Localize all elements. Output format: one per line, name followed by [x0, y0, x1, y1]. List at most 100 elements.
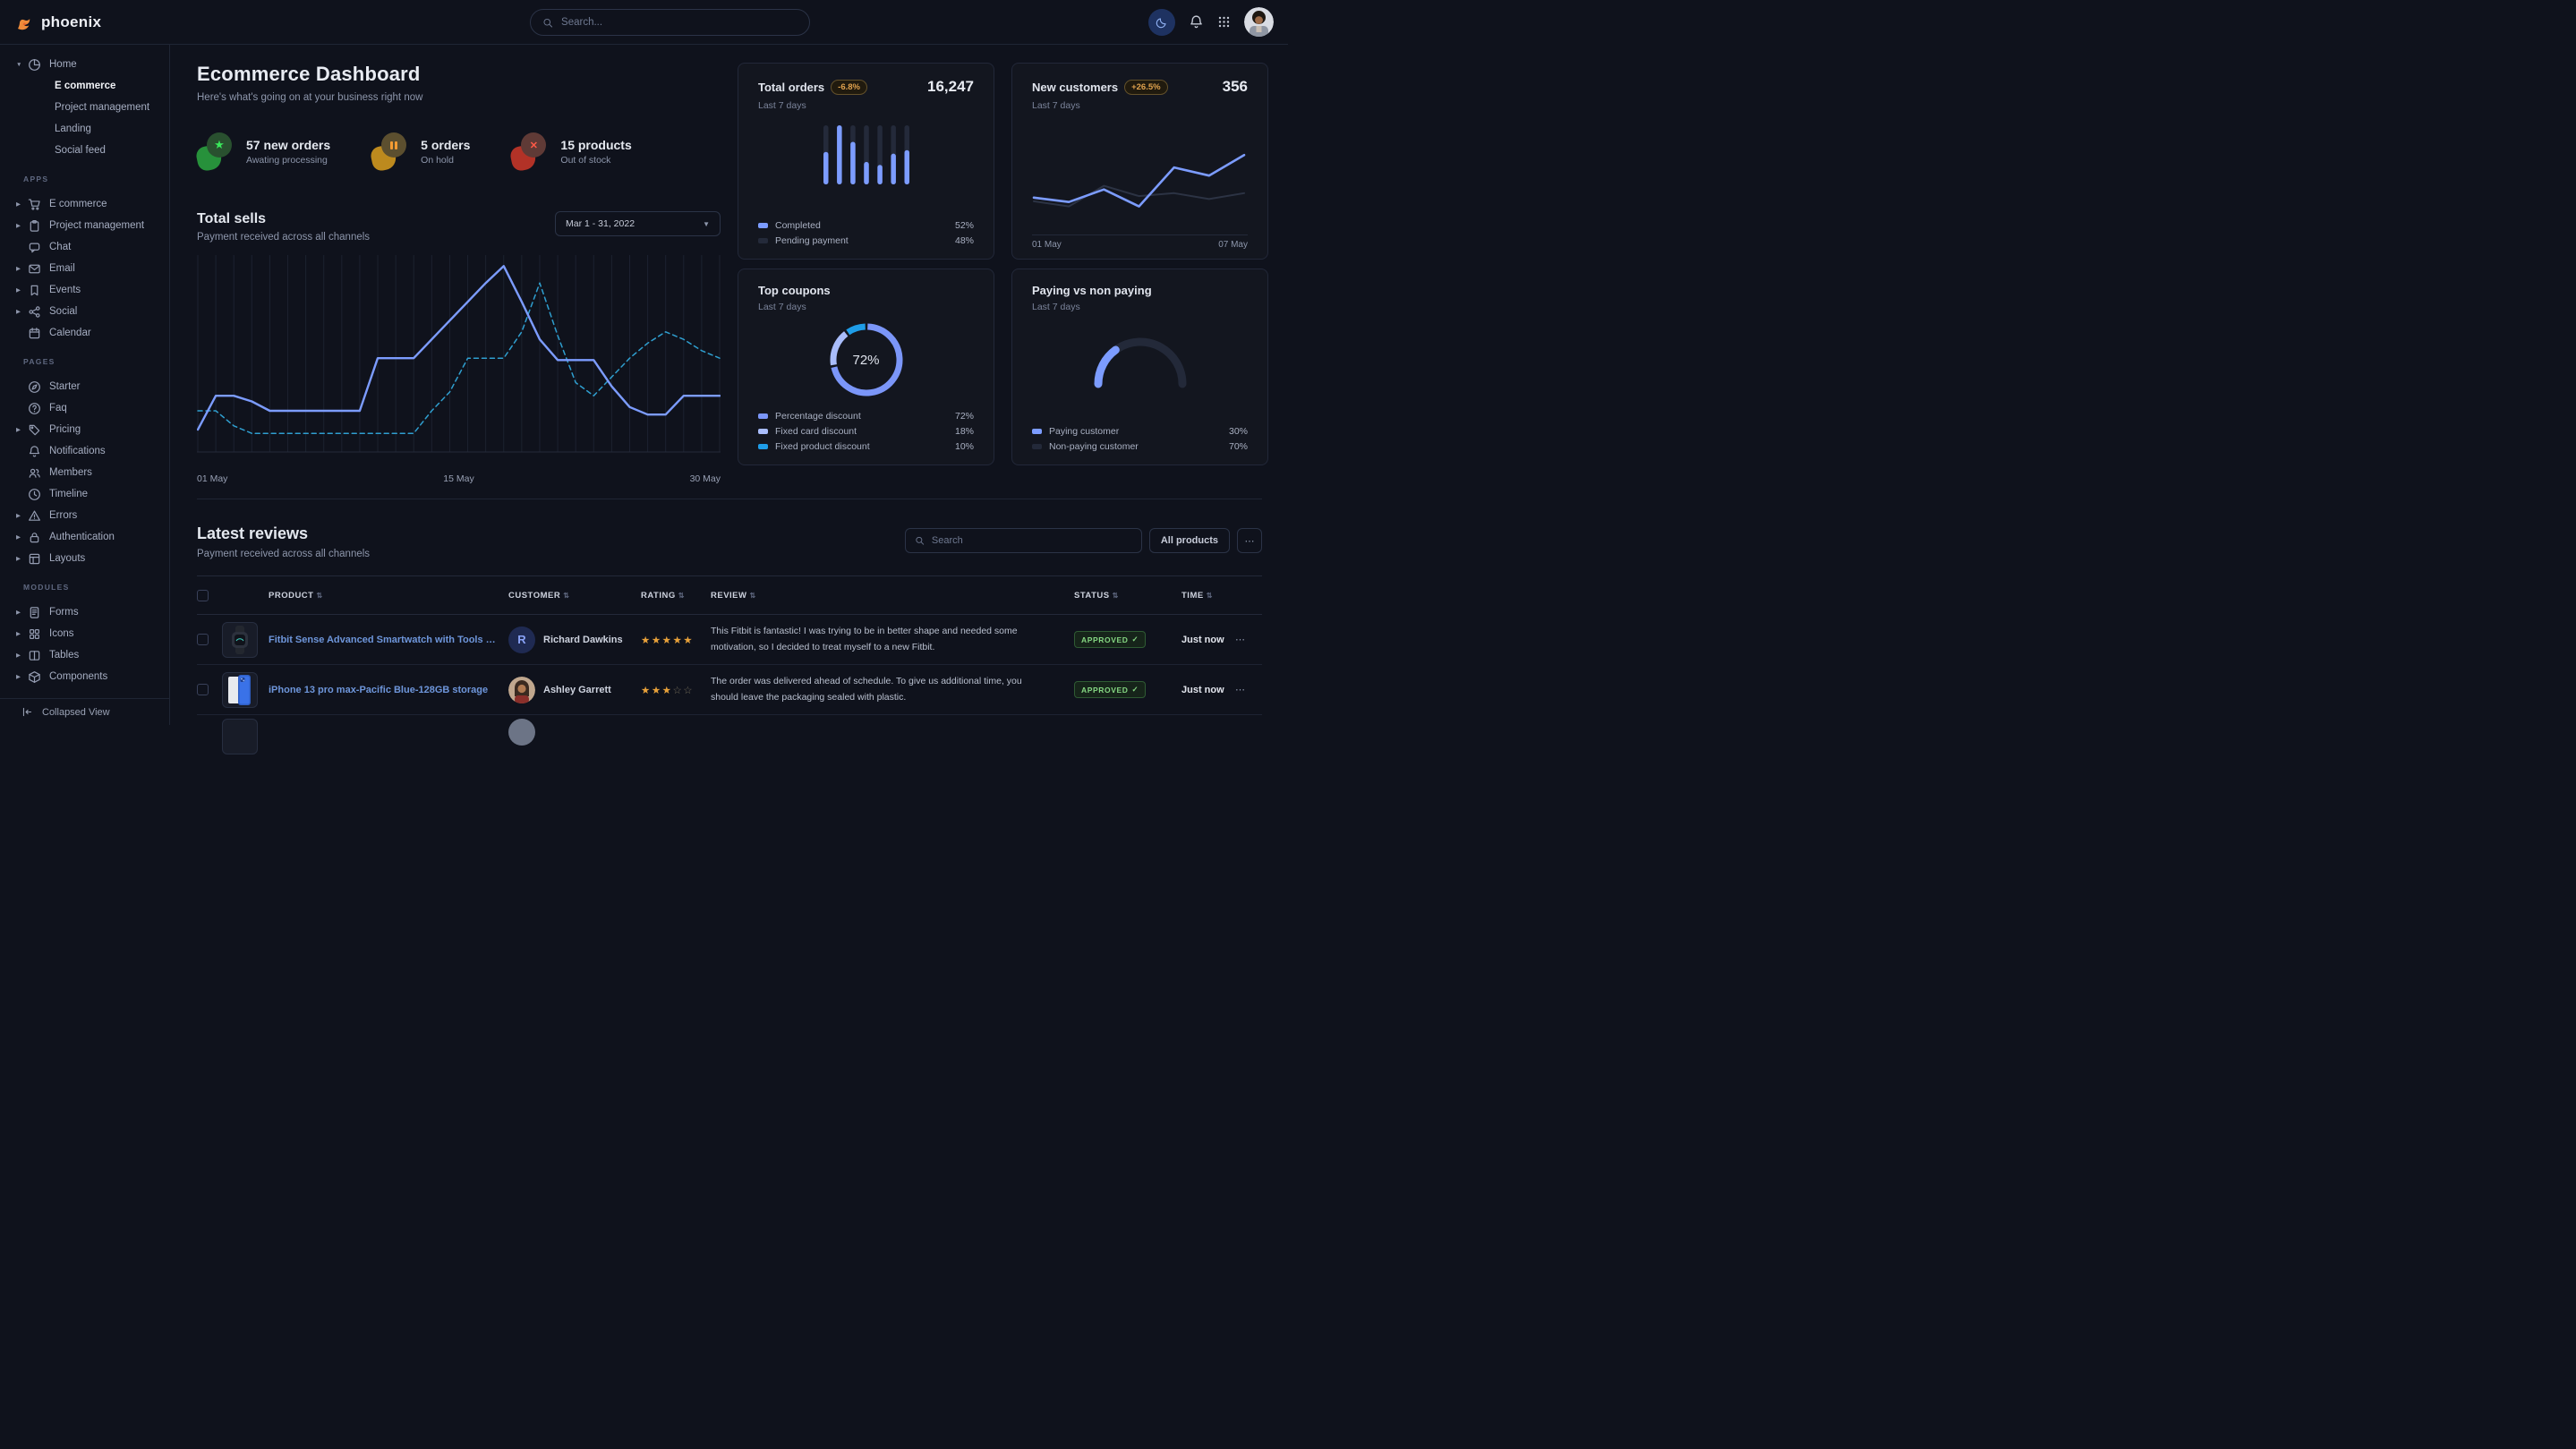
sidebar-item-forms[interactable]: ▶ Forms	[0, 601, 169, 623]
share-icon	[28, 305, 42, 319]
sidebar-item-home[interactable]: ▼ Home	[0, 54, 169, 75]
row-actions-button[interactable]: ⋯	[1235, 684, 1262, 695]
reviews-search-input[interactable]	[932, 535, 1132, 546]
caret-right-icon: ▶	[16, 609, 24, 616]
sort-icon: ⇅	[678, 592, 685, 600]
sidebar-section-apps: APPS	[0, 172, 169, 185]
sidebar-item-social[interactable]: ▶ Social	[0, 301, 169, 322]
stat-desc: Awating processing	[246, 155, 330, 166]
card-title: New customers	[1032, 81, 1118, 94]
sidebar-nav: ▼ Home E commerce Project management Lan…	[0, 45, 169, 698]
product-thumbnail-smartwatch	[222, 622, 258, 658]
reviews-more-button[interactable]: ⋯	[1237, 528, 1262, 553]
change-badge: -6.8%	[831, 80, 867, 95]
caret-right-icon: ▶	[16, 426, 24, 433]
all-products-button[interactable]: All products	[1149, 528, 1230, 553]
sidebar-item-label: Layouts	[49, 553, 85, 564]
column-header-customer[interactable]: CUSTOMER⇅	[508, 591, 641, 601]
sidebar-item-pricing[interactable]: ▶ Pricing	[0, 419, 169, 440]
sidebar-item-project-management-dashboard[interactable]: Project management	[0, 97, 169, 118]
review-text: The order was delivered ahead of schedul…	[711, 674, 1074, 705]
sidebar-item-calendar[interactable]: Calendar	[0, 322, 169, 344]
rating-stars: ★★★☆☆	[641, 684, 711, 696]
sidebar-item-icons[interactable]: ▶ Icons	[0, 623, 169, 644]
sidebar-item-events[interactable]: ▶ Events	[0, 279, 169, 301]
layout-icon	[28, 552, 42, 566]
notifications-button[interactable]	[1189, 14, 1204, 30]
column-header-product[interactable]: PRODUCT⇅	[269, 591, 508, 601]
legend-row: Percentage discount 72%	[758, 408, 974, 423]
box-icon	[28, 670, 42, 684]
legend-swatch-fixed-card	[758, 429, 768, 434]
brand-logo[interactable]: phoenix	[14, 13, 101, 32]
sidebar-item-ecommerce-dashboard[interactable]: E commerce	[0, 75, 169, 97]
new-customers-chart-area: 01 May 07 May	[1032, 142, 1248, 250]
caret-right-icon: ▶	[16, 652, 24, 659]
legend-swatch-completed	[758, 223, 768, 228]
navbar-search[interactable]	[530, 9, 810, 36]
sidebar-item-ecommerce[interactable]: ▶ E commerce	[0, 193, 169, 215]
sidebar-item-notifications[interactable]: Notifications	[0, 440, 169, 462]
reviews-search[interactable]	[905, 528, 1142, 553]
page-title: Ecommerce Dashboard	[197, 63, 721, 86]
sidebar-item-members[interactable]: Members	[0, 462, 169, 483]
sidebar-item-faq[interactable]: Faq	[0, 397, 169, 419]
caret-down-icon: ▼	[16, 62, 24, 68]
mini-x-axis: 01 May 07 May	[1032, 234, 1248, 250]
sidebar-item-landing[interactable]: Landing	[0, 118, 169, 140]
legend-value: 10%	[955, 441, 974, 452]
date-range-select[interactable]: Mar 1 - 31, 2022 ▼	[555, 211, 721, 236]
sidebar-item-social-feed[interactable]: Social feed	[0, 140, 169, 161]
legend-swatch-nonpaying	[1032, 444, 1042, 449]
collapse-sidebar-button[interactable]: Collapsed View	[0, 698, 169, 725]
x-tick: 07 May	[1218, 240, 1248, 250]
sidebar-item-label: Members	[49, 467, 92, 478]
sidebar-item-tables[interactable]: ▶ Tables	[0, 644, 169, 666]
sidebar-item-layouts[interactable]: ▶ Layouts	[0, 548, 169, 569]
customer-cell: R Richard Dawkins	[508, 626, 641, 653]
row-actions-button[interactable]: ⋯	[1235, 634, 1262, 645]
sidebar-item-chat[interactable]: Chat	[0, 236, 169, 258]
mail-icon	[28, 262, 42, 276]
column-header-review[interactable]: REVIEW⇅	[711, 591, 1074, 601]
caret-right-icon: ▶	[16, 222, 24, 229]
caret-right-icon: ▶	[16, 555, 24, 562]
product-link[interactable]: iPhone 13 pro max-Pacific Blue-128GB sto…	[269, 685, 508, 695]
table-row-partial	[197, 715, 1262, 733]
sidebar-item-starter[interactable]: Starter	[0, 376, 169, 397]
theme-toggle-button[interactable]	[1148, 9, 1175, 36]
sidebar-item-label: Icons	[49, 628, 74, 639]
sidebar-item-timeline[interactable]: Timeline	[0, 483, 169, 505]
sidebar-item-email[interactable]: ▶ Email	[0, 258, 169, 279]
product-link[interactable]: Fitbit Sense Advanced Smartwatch with To…	[269, 635, 508, 645]
row-checkbox[interactable]	[197, 634, 209, 645]
avatar-image	[508, 677, 535, 703]
review-text: This Fitbit is fantastic! I was trying t…	[711, 624, 1074, 655]
legend-swatch-percentage	[758, 413, 768, 419]
row-checkbox[interactable]	[197, 684, 209, 695]
legend-label: Non-paying customer	[1049, 441, 1139, 452]
reviews-title: Latest reviews	[197, 524, 370, 543]
user-avatar[interactable]	[1244, 7, 1274, 37]
donut-center-label: 72%	[738, 320, 994, 400]
navbar-search-input[interactable]	[561, 17, 798, 28]
column-header-rating[interactable]: RATING⇅	[641, 591, 711, 601]
stat-desc: Out of stock	[560, 155, 631, 166]
total-sells-subtitle: Payment received across all channels	[197, 232, 370, 243]
select-all-checkbox[interactable]	[197, 590, 209, 601]
sidebar-item-project-management[interactable]: ▶ Project management	[0, 215, 169, 236]
total-orders-legend: Completed 52% Pending payment 48%	[758, 217, 974, 248]
column-header-time[interactable]: TIME⇅	[1181, 591, 1235, 601]
apps-grid-button[interactable]	[1217, 15, 1231, 29]
sidebar-item-errors[interactable]: ▶ Errors	[0, 505, 169, 526]
sidebar-item-components[interactable]: ▶ Components	[0, 666, 169, 687]
legend-label: Percentage discount	[775, 411, 861, 422]
sidebar-item-authentication[interactable]: ▶ Authentication	[0, 526, 169, 548]
legend-swatch-fixed-product	[758, 444, 768, 449]
iphone-image	[226, 675, 253, 705]
total-orders-card: Total orders -6.8% 16,247 Last 7 days Co…	[738, 63, 994, 260]
moon-icon	[1156, 16, 1168, 29]
column-header-status[interactable]: STATUS⇅	[1074, 591, 1181, 601]
card-title: Paying vs non paying	[1032, 284, 1152, 297]
stat-new-orders: ★ 57 new orders Awating processing	[197, 132, 330, 170]
